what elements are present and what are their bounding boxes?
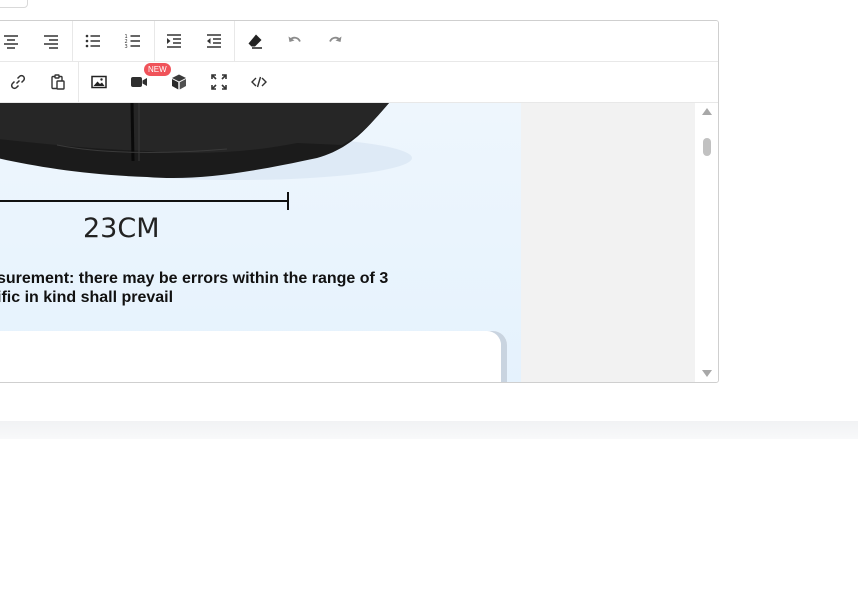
indent-increase-button[interactable]: [162, 30, 186, 52]
toolbar-row-1: 123: [0, 21, 718, 62]
paste-icon: [51, 74, 65, 90]
link-button[interactable]: [6, 71, 30, 93]
indent-decrease-button[interactable]: [202, 30, 226, 52]
scroll-down-arrow-icon[interactable]: [702, 370, 712, 377]
svg-text:3: 3: [125, 44, 128, 50]
measurement-note-line-1: surement: there may be errors within the…: [0, 270, 389, 287]
video-icon: [131, 77, 147, 87]
product-image: 23CM surement: there may be errors withi…: [0, 103, 521, 382]
numbered-list-icon: 123: [125, 34, 140, 50]
align-center-icon: [4, 35, 18, 49]
insert-image-button[interactable]: [87, 71, 111, 93]
scroll-up-arrow-icon[interactable]: [702, 108, 712, 115]
align-center-button[interactable]: [0, 30, 23, 52]
toolbar-row-2: NEW: [0, 62, 718, 103]
editor-content[interactable]: 23CM surement: there may be errors withi…: [0, 103, 695, 382]
tab-edge[interactable]: [0, 0, 28, 8]
redo-icon: [329, 36, 342, 42]
rich-text-editor: 123 NEW 23CM surement: there may be erro…: [0, 20, 719, 383]
bulleted-list-button[interactable]: [81, 30, 105, 52]
redo-button[interactable]: [323, 30, 347, 52]
page: 123 NEW 23CM surement: there may be erro…: [0, 0, 858, 599]
3d-model-icon: [172, 74, 186, 90]
product-card: [0, 331, 507, 382]
clear-format-button[interactable]: [243, 30, 267, 52]
scrollbar-thumb[interactable]: [703, 138, 711, 156]
page-divider: [0, 421, 858, 439]
link-icon: [10, 74, 26, 90]
source-code-icon: [251, 76, 267, 88]
undo-button[interactable]: [283, 30, 307, 52]
paste-button[interactable]: [46, 71, 70, 93]
source-code-button[interactable]: [247, 71, 271, 93]
insert-3d-model-button[interactable]: [167, 71, 191, 93]
dimension-label: 23CM: [83, 213, 160, 244]
bulleted-list-icon: [85, 34, 100, 48]
clear-format-icon: [248, 34, 262, 49]
numbered-list-button[interactable]: 123: [121, 30, 145, 52]
undo-icon: [288, 36, 301, 42]
fullscreen-icon: [211, 74, 227, 90]
indent-increase-icon: [167, 34, 181, 48]
vertical-scrollbar[interactable]: [696, 103, 718, 382]
indent-decrease-icon: [207, 34, 221, 48]
image-icon: [91, 75, 107, 89]
align-right-icon: [44, 35, 58, 49]
fullscreen-button[interactable]: [207, 71, 231, 93]
align-right-button[interactable]: [39, 30, 63, 52]
measurement-note-line-2: ific in kind shall prevail: [0, 289, 174, 306]
